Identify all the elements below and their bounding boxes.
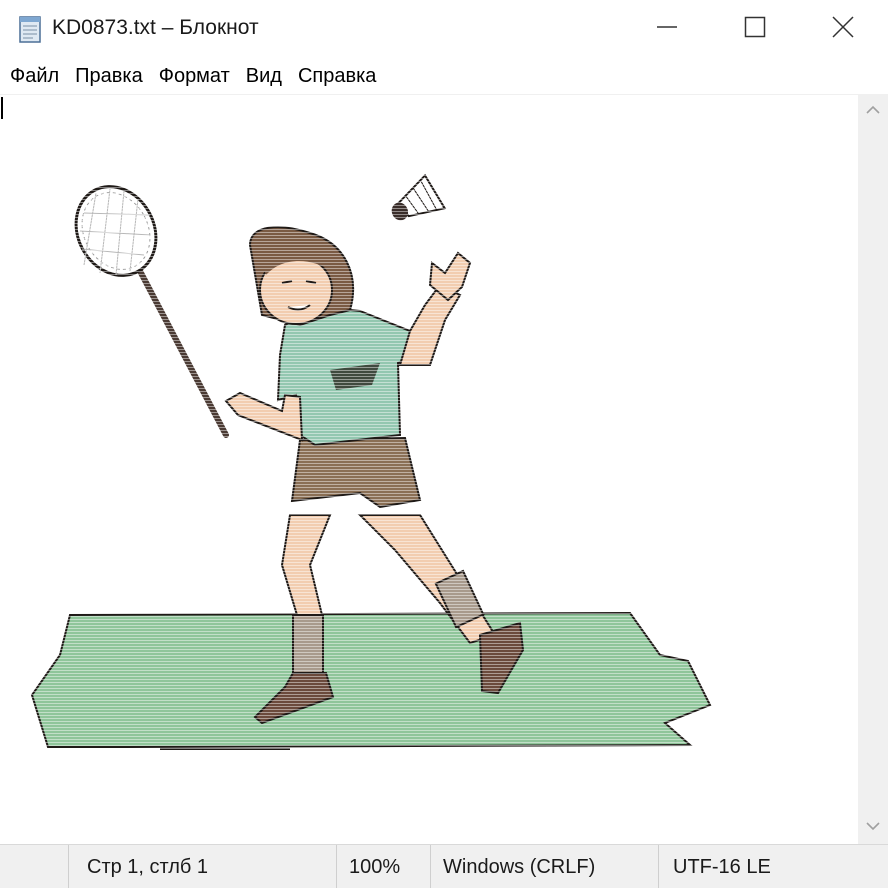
- encoding: UTF-16 LE: [658, 845, 888, 888]
- line-endings: Windows (CRLF): [430, 845, 658, 888]
- vertical-scrollbar[interactable]: [858, 94, 888, 844]
- text-editor[interactable]: [0, 94, 858, 844]
- menu-bar: Файл Правка Формат Вид Справка: [0, 58, 888, 94]
- title-bar[interactable]: KD0873.txt – Блокнот: [0, 0, 888, 58]
- minimize-icon: [656, 16, 678, 43]
- zoom-level: 100%: [336, 845, 430, 888]
- chevron-up-icon: [865, 102, 881, 120]
- scroll-down-button[interactable]: [858, 810, 888, 844]
- window-title: KD0873.txt – Блокнот: [52, 16, 259, 39]
- menu-view[interactable]: Вид: [238, 58, 290, 94]
- maximize-icon: [744, 16, 766, 43]
- chevron-down-icon: [865, 818, 881, 836]
- menu-help[interactable]: Справка: [290, 58, 384, 94]
- menu-file[interactable]: Файл: [2, 58, 67, 94]
- badminton-player-ascii-art: [0, 95, 858, 844]
- minimize-button[interactable]: [622, 0, 712, 58]
- cursor-position: Стр 1, стлб 1: [68, 845, 336, 888]
- text-caret: [1, 97, 3, 119]
- scroll-up-button[interactable]: [858, 94, 888, 128]
- status-bar: Стр 1, стлб 1 100% Windows (CRLF) UTF-16…: [0, 844, 888, 888]
- close-button[interactable]: [798, 0, 888, 58]
- notepad-icon: [16, 14, 44, 44]
- menu-format[interactable]: Формат: [151, 58, 238, 94]
- menu-edit[interactable]: Правка: [67, 58, 151, 94]
- close-icon: [832, 15, 854, 43]
- maximize-button[interactable]: [710, 0, 800, 58]
